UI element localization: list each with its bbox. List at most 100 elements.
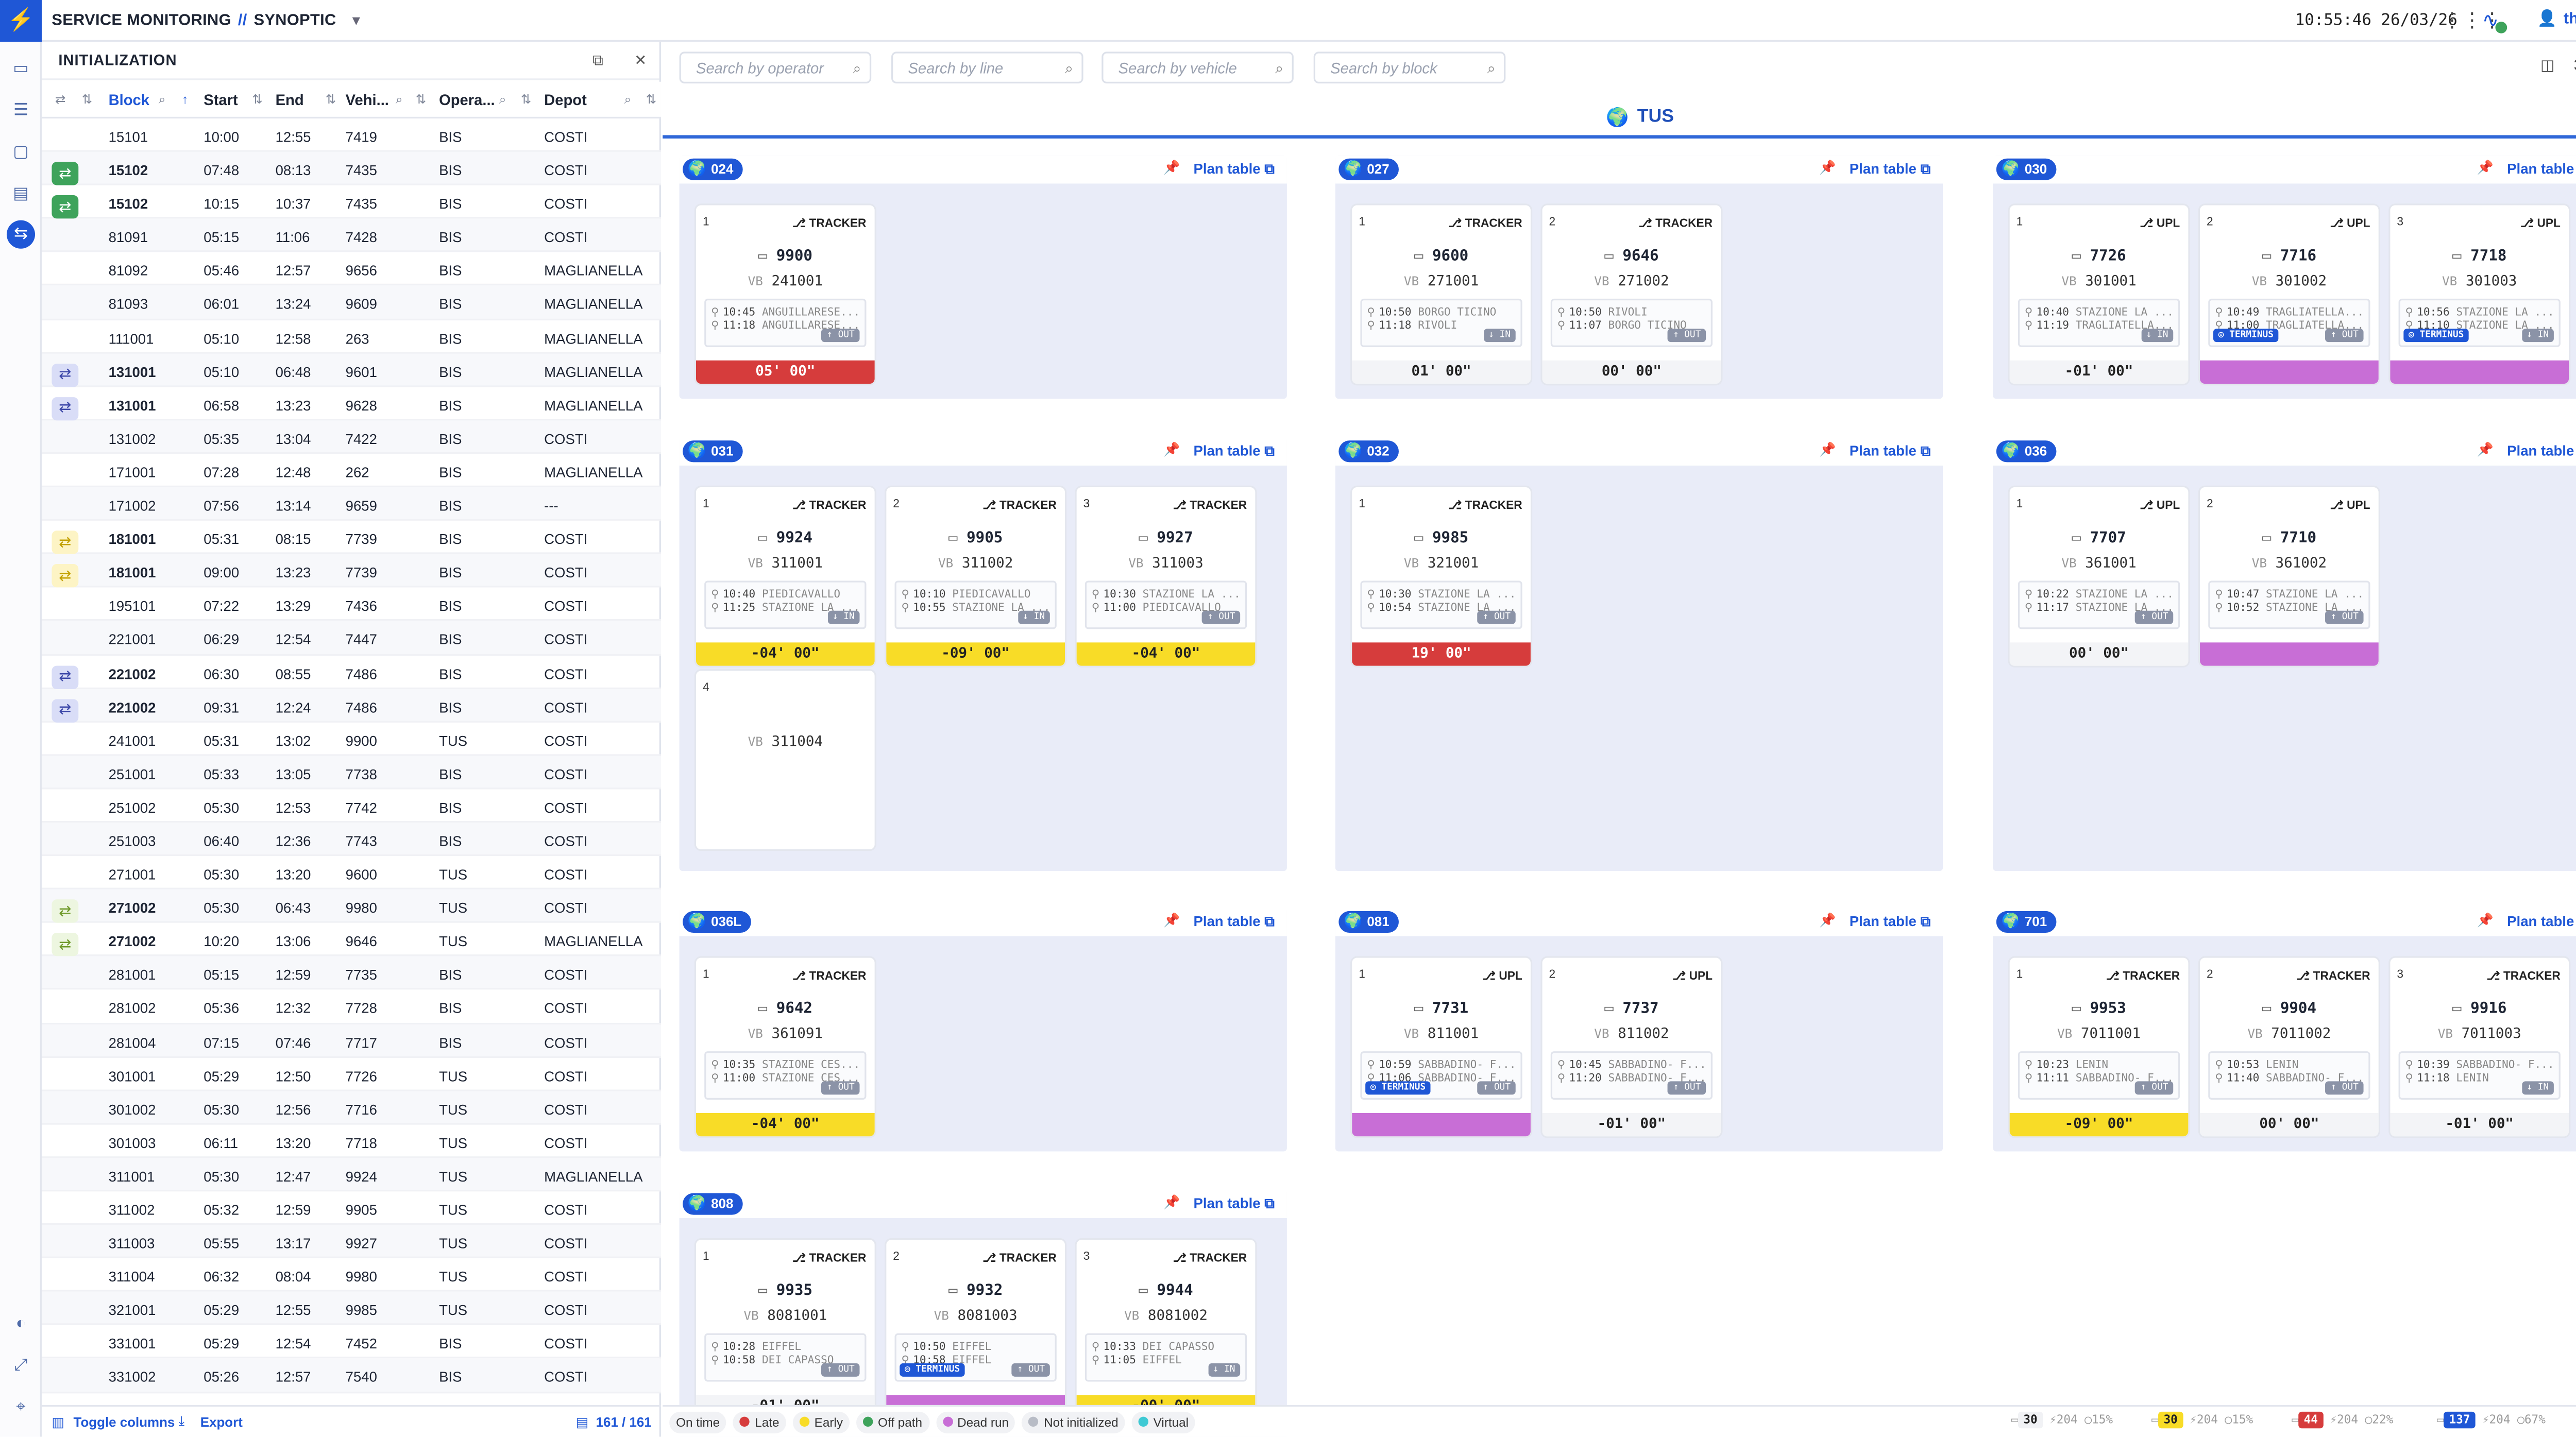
plan-table-link[interactable]: Plan table ⧉ [1193, 913, 1274, 931]
transfer-icon[interactable]: ⇄ [52, 665, 79, 689]
table-row[interactable]: 311001 05:30 12:47 9924 TUS MAGLIANELLA [41, 1158, 661, 1192]
line-badge[interactable]: 🌍 030 [1996, 158, 2057, 180]
pin-icon[interactable]: 📌 [1163, 442, 1180, 457]
line-badge[interactable]: 🌍 024 [683, 158, 743, 180]
search-icon[interactable]: ⌕ [159, 92, 166, 108]
vehicle-card[interactable]: 2 ⎇ TRACKER ▭ 9646 VB 271002 ⚲ 10:50 RIVOLI… [1542, 205, 1721, 384]
search-icon[interactable]: ⌕ [499, 92, 506, 108]
legend-chip[interactable]: Early [792, 1411, 850, 1433]
table-row[interactable]: 251002 05:30 12:53 7742 BIS COSTI [41, 789, 661, 823]
legend-chip[interactable]: Not initialized [1022, 1411, 1125, 1433]
transfer-icon[interactable]: ⇄ [52, 698, 79, 722]
line-badge[interactable]: 🌍 701 [1996, 911, 2057, 933]
table-row[interactable]: ⇄ 131001 05:10 06:48 9601 BIS MAGLIANELLA [41, 353, 661, 387]
pin-icon[interactable]: 📌 [2477, 160, 2494, 175]
toggle-columns-button[interactable]: Toggle columns [74, 1414, 175, 1429]
table-row[interactable]: 171001 07:28 12:48 262 BIS MAGLIANELLA [41, 454, 661, 488]
view-count-select[interactable]: 3 ▾ [2574, 57, 2576, 75]
table-row[interactable]: 301001 05:29 12:50 7726 TUS COSTI [41, 1057, 661, 1091]
vehicle-card[interactable]: 2 ⎇ UPL ▭ 7710 VB 361002 ⚲ 10:47 STAZIONE L… [2200, 487, 2379, 666]
table-row[interactable]: 311002 05:32 12:59 9905 TUS COSTI [41, 1191, 661, 1225]
vehicle-card[interactable]: 1 ⎇ TRACKER ▭ 9924 VB 311001 ⚲ 10:40 PIEDIC… [696, 487, 875, 666]
col-start[interactable]: Start [204, 92, 238, 108]
table-row[interactable]: 331001 05:29 12:54 7452 BIS COSTI [41, 1326, 661, 1359]
table-row[interactable]: 281001 05:15 12:59 7735 BIS COSTI [41, 956, 661, 990]
vehicle-card[interactable]: 4 VB 311004 [696, 671, 875, 850]
transfer-icon[interactable]: ⇄ [52, 531, 79, 555]
table-row[interactable]: ⇄ 181001 09:00 13:23 7739 BIS COSTI [41, 554, 661, 588]
line-badge[interactable]: 🌍 032 [1338, 440, 1400, 463]
transfer-icon[interactable]: ⇄ [52, 933, 79, 957]
theme-icon[interactable]: ◐ [7, 1310, 35, 1338]
vehicle-card[interactable]: 1 ⎇ UPL ▭ 7731 VB 811001 ⚲ 10:59 SABBADINO-… [1352, 957, 1531, 1137]
line-badge[interactable]: 🌍 027 [1338, 158, 1400, 180]
close-icon[interactable]: ✕ [634, 52, 647, 70]
vehicle-card[interactable]: 3 ⎇ TRACKER ▭ 9927 VB 311003 ⚲ 10:30 STAZIO… [1076, 487, 1256, 666]
sort-icon[interactable]: ⇅ [82, 92, 92, 107]
transfer-icon[interactable]: ⇄ [52, 899, 79, 923]
transfer-icon[interactable]: ⇄ [52, 363, 79, 387]
vehicle-card[interactable]: 2 ⎇ UPL ▭ 7737 VB 811002 ⚲ 10:45 SABBADINO-… [1542, 957, 1721, 1137]
table-row[interactable]: ⇄ 271002 10:20 13:06 9646 TUS MAGLIANELLA [41, 923, 661, 957]
plan-table-link[interactable]: Plan table ⧉ [2507, 913, 2576, 931]
popout-icon[interactable]: ⧉ [592, 52, 604, 70]
vehicle-card[interactable]: 1 ⎇ UPL ▭ 7707 VB 361001 ⚲ 10:22 STAZIONE L… [2009, 487, 2189, 666]
plan-table-link[interactable]: Plan table ⧉ [1850, 442, 1930, 461]
sort-icon[interactable]: ⇅ [646, 92, 656, 107]
table-row[interactable]: 221001 06:29 12:54 7447 BIS COSTI [41, 621, 661, 655]
plan-table-link[interactable]: Plan table ⧉ [1850, 913, 1930, 931]
table-row[interactable]: 15101 10:00 12:55 7419 BIS COSTI [41, 118, 661, 152]
table-row[interactable]: 241001 05:31 13:02 9900 TUS COSTI [41, 722, 661, 756]
table-row[interactable]: ⇄ 181001 05:31 08:15 7739 BIS COSTI [41, 521, 661, 555]
pin-icon[interactable]: 📌 [1163, 160, 1180, 175]
layout-icon[interactable]: ◫ [2540, 57, 2555, 75]
search-icon[interactable]: ⌕ [396, 92, 403, 108]
legend-chip[interactable]: Late [733, 1411, 786, 1433]
synoptic-icon[interactable]: ⇆ [6, 220, 36, 249]
plan-table-link[interactable]: Plan table ⧉ [1850, 160, 1930, 179]
table-row[interactable]: ⇄ 271002 05:30 06:43 9980 TUS COSTI [41, 889, 661, 923]
vehicle-card[interactable]: 2 ⎇ TRACKER ▭ 9932 VB 8081003 ⚲ 10:50 EIFFE… [886, 1240, 1065, 1418]
col-block[interactable]: Block [109, 92, 149, 108]
plan-table-link[interactable]: Plan table ⧉ [2507, 442, 2576, 461]
search-block-input[interactable]: Search by block ⌕ [1313, 52, 1506, 83]
col-vehicle[interactable]: Vehi... [346, 92, 389, 108]
legend-chip[interactable]: Off path [856, 1411, 929, 1433]
plan-table-link[interactable]: Plan table ⧉ [2507, 160, 2576, 179]
capture-icon[interactable]: ⌖ [7, 1393, 35, 1422]
table-row[interactable]: ⇄ 15102 07:48 08:13 7435 BIS COSTI [41, 152, 661, 186]
search-line-input[interactable]: Search by line ⌕ [891, 52, 1083, 83]
table-row[interactable]: 301003 06:11 13:20 7718 TUS COSTI [41, 1124, 661, 1158]
table-row[interactable]: 281004 07:15 07:46 7717 BIS COSTI [41, 1023, 661, 1057]
table-row[interactable]: 271001 05:30 13:20 9600 TUS COSTI [41, 856, 661, 890]
swap-sort-icon[interactable]: ⇄ [55, 92, 65, 107]
table-row[interactable]: 195101 07:22 13:29 7436 BIS COSTI [41, 588, 661, 622]
sort-icon[interactable]: ⇅ [326, 92, 336, 107]
table-row[interactable]: 281002 05:36 12:32 7728 BIS COSTI [41, 990, 661, 1024]
table-row[interactable]: 251003 06:40 12:36 7743 BIS COSTI [41, 823, 661, 857]
sort-asc-icon[interactable]: ↑ [182, 92, 188, 107]
table-row[interactable]: 171002 07:56 13:14 9659 BIS --- [41, 487, 661, 521]
fullscreen-icon[interactable]: ⤢ [7, 1352, 35, 1380]
table-row[interactable]: 331002 05:26 12:57 7540 BIS COSTI [41, 1359, 661, 1393]
pin-icon[interactable]: 📌 [1819, 160, 1836, 175]
search-vehicle-input[interactable]: Search by vehicle ⌕ [1101, 52, 1294, 83]
table-row[interactable]: ⇄ 221002 06:30 08:55 7486 BIS COSTI [41, 655, 661, 689]
pin-icon[interactable]: 📌 [2477, 913, 2494, 928]
pin-icon[interactable]: 📌 [1163, 1195, 1180, 1210]
line-badge[interactable]: 🌍 036L [683, 911, 752, 933]
table-row[interactable]: 111001 05:10 12:58 263 BIS MAGLIANELLA [41, 320, 661, 353]
vehicle-card[interactable]: 2 ⎇ TRACKER ▭ 9905 VB 311002 ⚲ 10:10 PIEDIC… [886, 487, 1065, 666]
line-badge[interactable]: 🌍 081 [1338, 911, 1400, 933]
sort-icon[interactable]: ⇅ [252, 92, 262, 107]
pin-icon[interactable]: 📌 [1163, 913, 1180, 928]
pin-icon[interactable]: 📌 [1819, 442, 1836, 457]
search-operator-input[interactable]: Search by operator ⌕ [679, 52, 872, 83]
col-depot[interactable]: Depot [544, 92, 587, 108]
transfer-icon[interactable]: ⇄ [52, 564, 79, 588]
table-row[interactable]: 131002 05:35 13:04 7422 BIS COSTI [41, 420, 661, 454]
list-icon[interactable]: ☰ [7, 97, 35, 125]
table-row[interactable]: 311003 05:55 13:17 9927 TUS COSTI [41, 1225, 661, 1259]
export-button[interactable]: Export [200, 1414, 243, 1429]
chat-icon[interactable]: ▢ [7, 139, 35, 167]
